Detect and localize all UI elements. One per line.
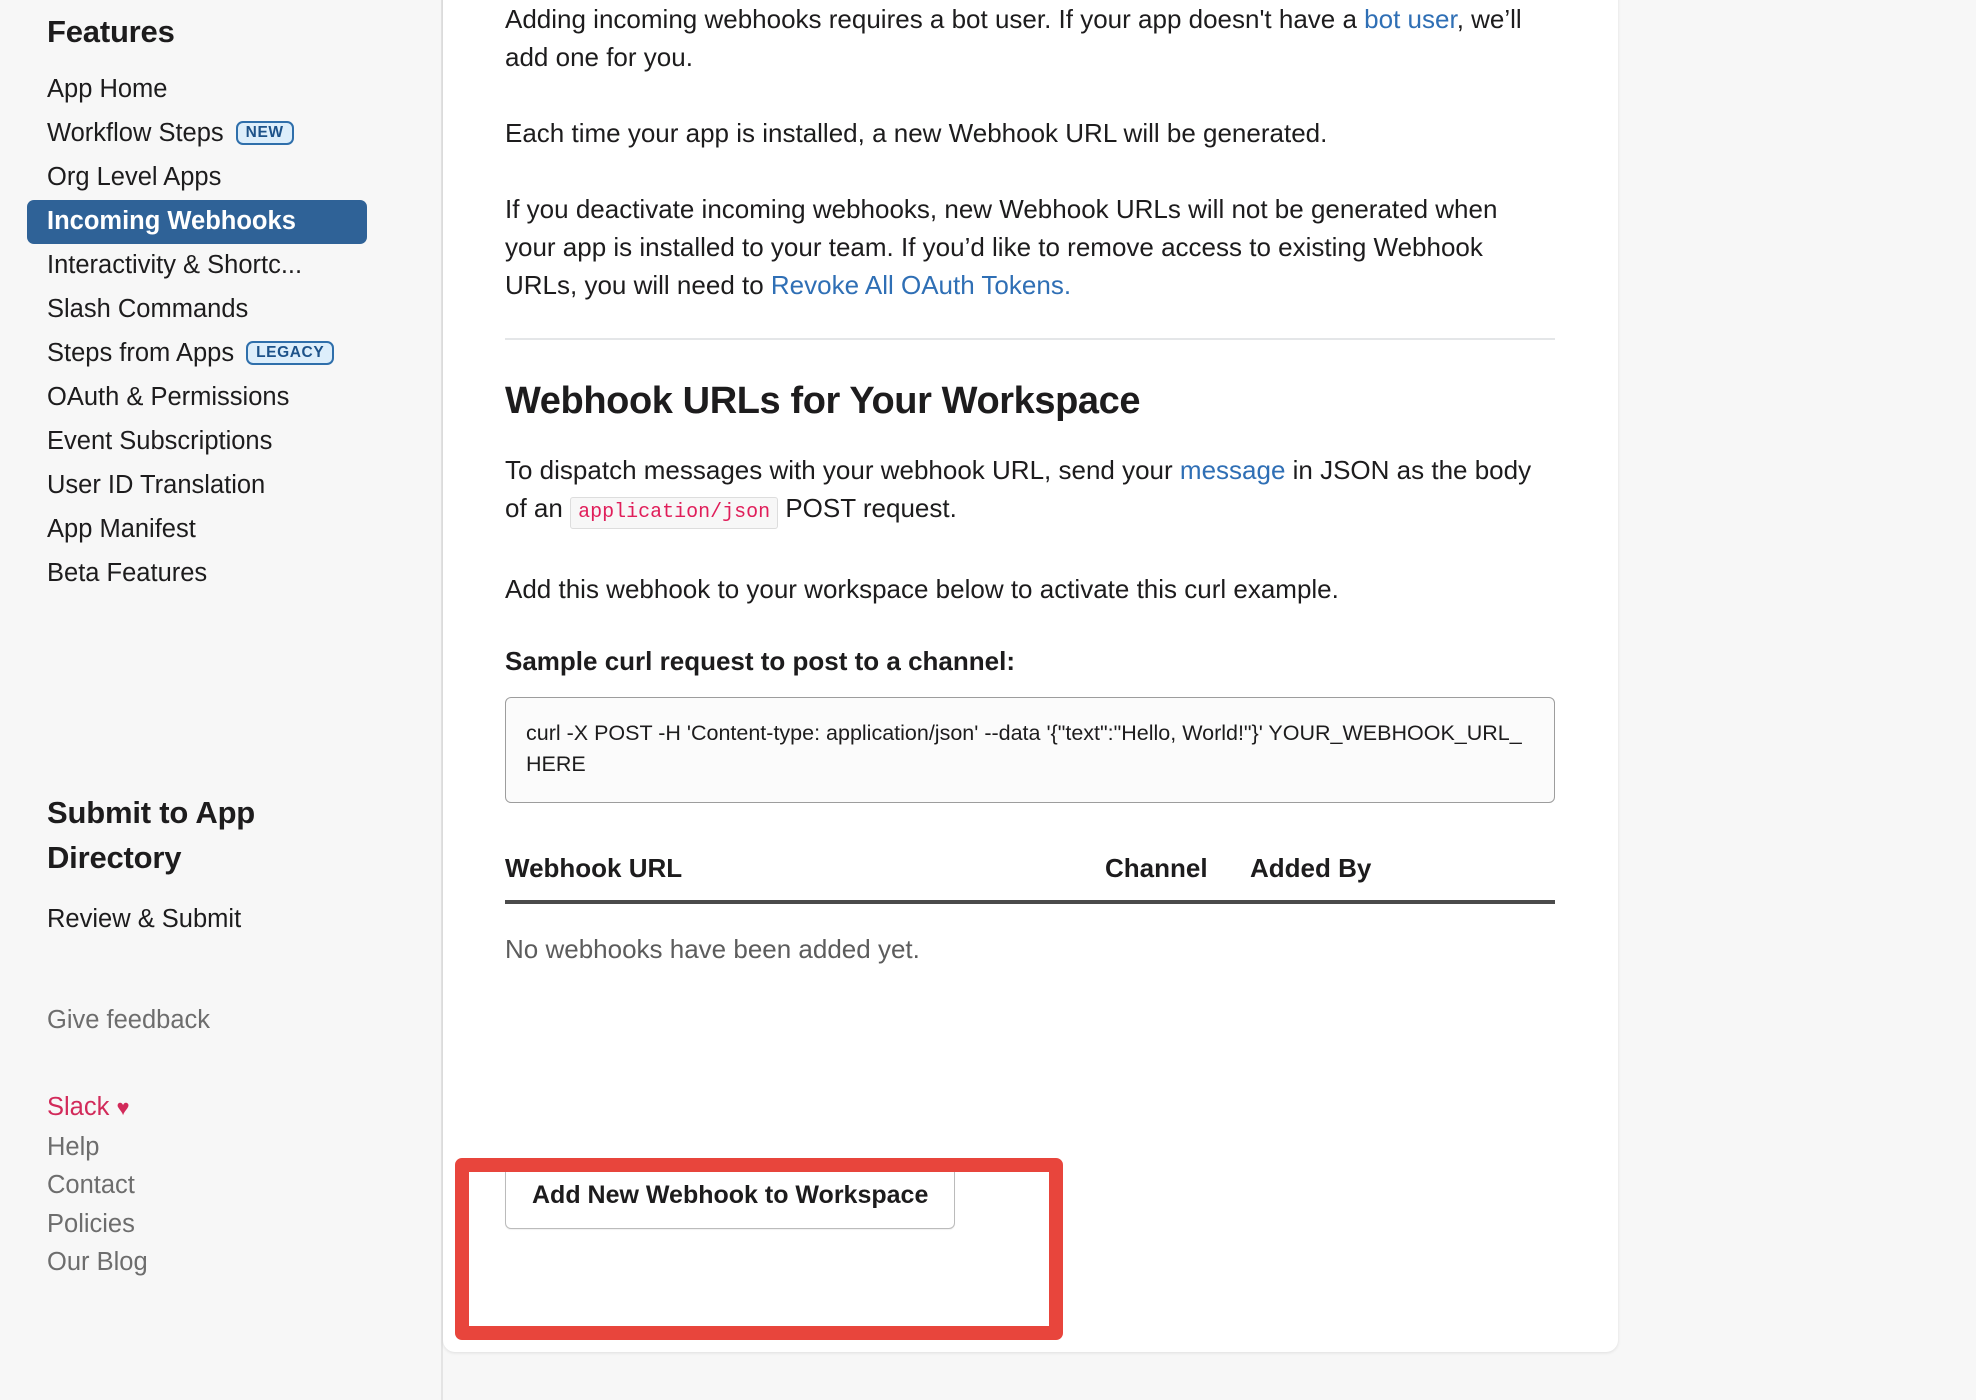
sidebar-item-label: Interactivity & Shortc... [47,251,303,280]
sidebar-item-oauth-permissions[interactable]: OAuth & Permissions [0,376,443,420]
sidebar-footer-links: Slack ♥ Help Contact Policies Our Blog [47,1088,347,1282]
footer-link-label: Policies [47,1209,135,1238]
table-header-row: Webhook URL Channel Added By [505,853,1555,904]
footer-link-policies[interactable]: Policies [47,1205,347,1244]
sidebar-item-label: App Manifest [47,515,196,544]
intro-paragraph-1: Adding incoming webhooks requires a bot … [505,0,1555,76]
section-divider [505,338,1555,340]
sidebar-item-app-manifest[interactable]: App Manifest [0,508,443,552]
sidebar-submit-heading: Submit to App Directory [47,795,256,875]
curl-code-text: curl -X POST -H 'Content-type: applicati… [526,721,1522,776]
sidebar-submit-nav: Review & Submit [0,898,443,942]
webhook-urls-section-title: Webhook URLs for Your Workspace [505,380,1141,422]
heart-icon: ♥ [116,1095,130,1120]
intro-p1-text-a: Adding incoming webhooks requires a bot … [505,4,1365,34]
sidebar-item-workflow-steps[interactable]: Workflow Steps NEW [0,112,443,156]
curl-code-block[interactable]: curl -X POST -H 'Content-type: applicati… [505,697,1555,803]
footer-link-label: Help [47,1132,100,1161]
sidebar-item-review-submit[interactable]: Review & Submit [0,898,443,942]
app-window: Features App Home Workflow Steps NEW Org Le… [0,0,1976,1400]
sidebar-item-org-level-apps[interactable]: Org Level Apps [0,156,443,200]
sidebar-item-label: Workflow Steps [47,119,224,148]
webhook-table: Webhook URL Channel Added By No webhooks… [505,853,1555,965]
sidebar-item-app-home[interactable]: App Home [0,68,443,112]
sidebar-item-label: Steps from Apps [47,339,235,368]
main-content-card: Adding incoming webhooks requires a bot … [443,0,1618,1352]
sidebar-item-label: App Home [47,75,168,104]
sidebar-item-label: Slash Commands [47,295,249,324]
revoke-all-oauth-tokens-link[interactable]: Revoke All OAuth Tokens. [771,270,1071,300]
sidebar-item-interactivity-shortc[interactable]: Interactivity & Shortc... [0,244,443,288]
sidebar-item-label: Beta Features [47,559,208,588]
footer-link-label: Slack [47,1093,110,1121]
activate-curl-paragraph: Add this webhook to your workspace below… [505,574,1339,604]
badge-legacy: LEGACY [246,340,335,366]
dispatch-text-a: To dispatch messages with your webhook U… [505,455,1180,485]
sidebar-item-user-id-translation[interactable]: User ID Translation [0,464,443,508]
sidebar-item-give-feedback[interactable]: Give feedback [47,1006,210,1035]
intro-paragraph-2: Each time your app is installed, a new W… [505,118,1328,148]
table-header-channel: Channel [1105,853,1208,883]
intro-paragraph-3: If you deactivate incoming webhooks, new… [505,190,1555,304]
sidebar: Features App Home Workflow Steps NEW Org Le… [0,0,443,1400]
dispatch-text-c: POST request. [778,493,957,523]
add-new-webhook-to-workspace-button[interactable]: Add New Webhook to Workspace [505,1164,956,1229]
sidebar-item-beta-features[interactable]: Beta Features [0,552,443,596]
sidebar-item-event-subscriptions[interactable]: Event Subscriptions [0,420,443,464]
bot-user-link[interactable]: bot user [1364,4,1457,34]
badge-new: NEW [235,120,294,146]
main-content-inner: Adding incoming webhooks requires a bot … [505,0,1555,965]
sidebar-item-label: Org Level Apps [47,163,222,192]
table-header-added-by: Added By [1250,853,1372,883]
sidebar-item-label: OAuth & Permissions [47,383,290,412]
sidebar-item-label: User ID Translation [47,471,266,500]
sample-curl-label: Sample curl request to post to a channel… [505,646,1015,676]
table-empty-message: No webhooks have been added yet. [505,934,920,964]
sidebar-features-nav: App Home Workflow Steps NEW Org Level Apps I… [0,68,443,596]
sidebar-item-label: Incoming Webhooks [47,207,296,236]
sidebar-item-steps-from-apps[interactable]: Steps from Apps LEGACY [0,332,443,376]
footer-link-label: Our Blog [47,1248,148,1276]
sidebar-features-heading: Features [47,14,175,49]
dispatch-paragraph: To dispatch messages with your webhook U… [505,451,1555,532]
footer-link-slack[interactable]: Slack ♥ [47,1088,347,1128]
sidebar-item-label: Review & Submit [47,905,242,934]
table-header-webhook-url: Webhook URL [505,853,683,883]
application-json-code: application/json [570,497,779,529]
sidebar-item-slash-commands[interactable]: Slash Commands [0,288,443,332]
sidebar-item-label: Event Subscriptions [47,427,273,456]
footer-link-contact[interactable]: Contact [47,1166,347,1205]
message-link[interactable]: message [1180,455,1286,485]
footer-link-our-blog[interactable]: Our Blog [47,1243,347,1282]
footer-link-help[interactable]: Help [47,1128,347,1167]
footer-link-label: Contact [47,1171,135,1199]
sidebar-item-incoming-webhooks[interactable]: Incoming Webhooks [27,200,367,244]
